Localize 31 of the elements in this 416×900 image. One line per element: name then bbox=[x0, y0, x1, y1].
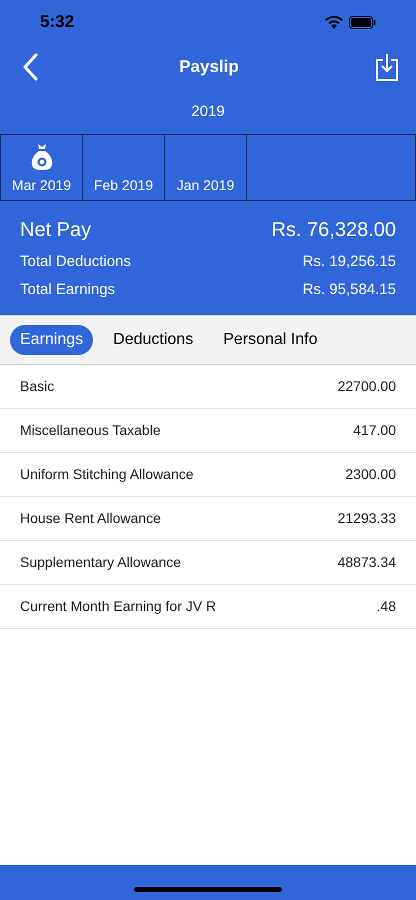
section-tab[interactable]: Personal Info bbox=[213, 325, 328, 355]
page-title: Payslip bbox=[179, 56, 239, 78]
earning-amount: 2300.00 bbox=[345, 465, 396, 484]
section-tab[interactable]: Earnings bbox=[10, 325, 94, 355]
summary-label: Total Deductions bbox=[20, 252, 131, 272]
earning-amount: 48873.34 bbox=[338, 553, 396, 572]
money-bag-icon bbox=[30, 143, 52, 171]
battery-icon bbox=[349, 16, 376, 28]
month-tab[interactable]: Jan 2019 bbox=[165, 135, 247, 200]
status-time: 5:32 bbox=[40, 11, 74, 34]
earning-amount: 417.00 bbox=[353, 421, 396, 440]
year-label: 2019 bbox=[191, 102, 225, 122]
earning-amount: .48 bbox=[376, 597, 396, 616]
wifi-icon bbox=[325, 16, 343, 28]
summary-label: Total Earnings bbox=[20, 280, 116, 300]
month-tab[interactable]: Mar 2019 bbox=[1, 135, 83, 200]
month-tab[interactable]: Feb 2019 bbox=[83, 135, 165, 200]
earning-name: Current Month Earning for JV R bbox=[20, 597, 216, 616]
summary-value: Rs. 95,584.15 bbox=[302, 280, 396, 300]
earning-name: House Rent Allowance bbox=[20, 509, 161, 528]
net-pay-label: Net Pay bbox=[20, 218, 92, 243]
earning-name: Supplementary Allowance bbox=[20, 553, 182, 572]
earning-amount: 21293.33 bbox=[338, 509, 396, 528]
earning-name: Miscellaneous Taxable bbox=[20, 421, 161, 440]
download-button[interactable] bbox=[374, 52, 400, 82]
earning-name: Basic bbox=[20, 377, 54, 396]
section-tab[interactable]: Deductions bbox=[103, 325, 204, 355]
earning-amount: 22700.00 bbox=[338, 377, 396, 396]
earning-name: Uniform Stitching Allowance bbox=[20, 465, 194, 484]
net-pay-value: Rs. 76,328.00 bbox=[271, 218, 396, 243]
summary-value: Rs. 19,256.15 bbox=[302, 252, 396, 272]
